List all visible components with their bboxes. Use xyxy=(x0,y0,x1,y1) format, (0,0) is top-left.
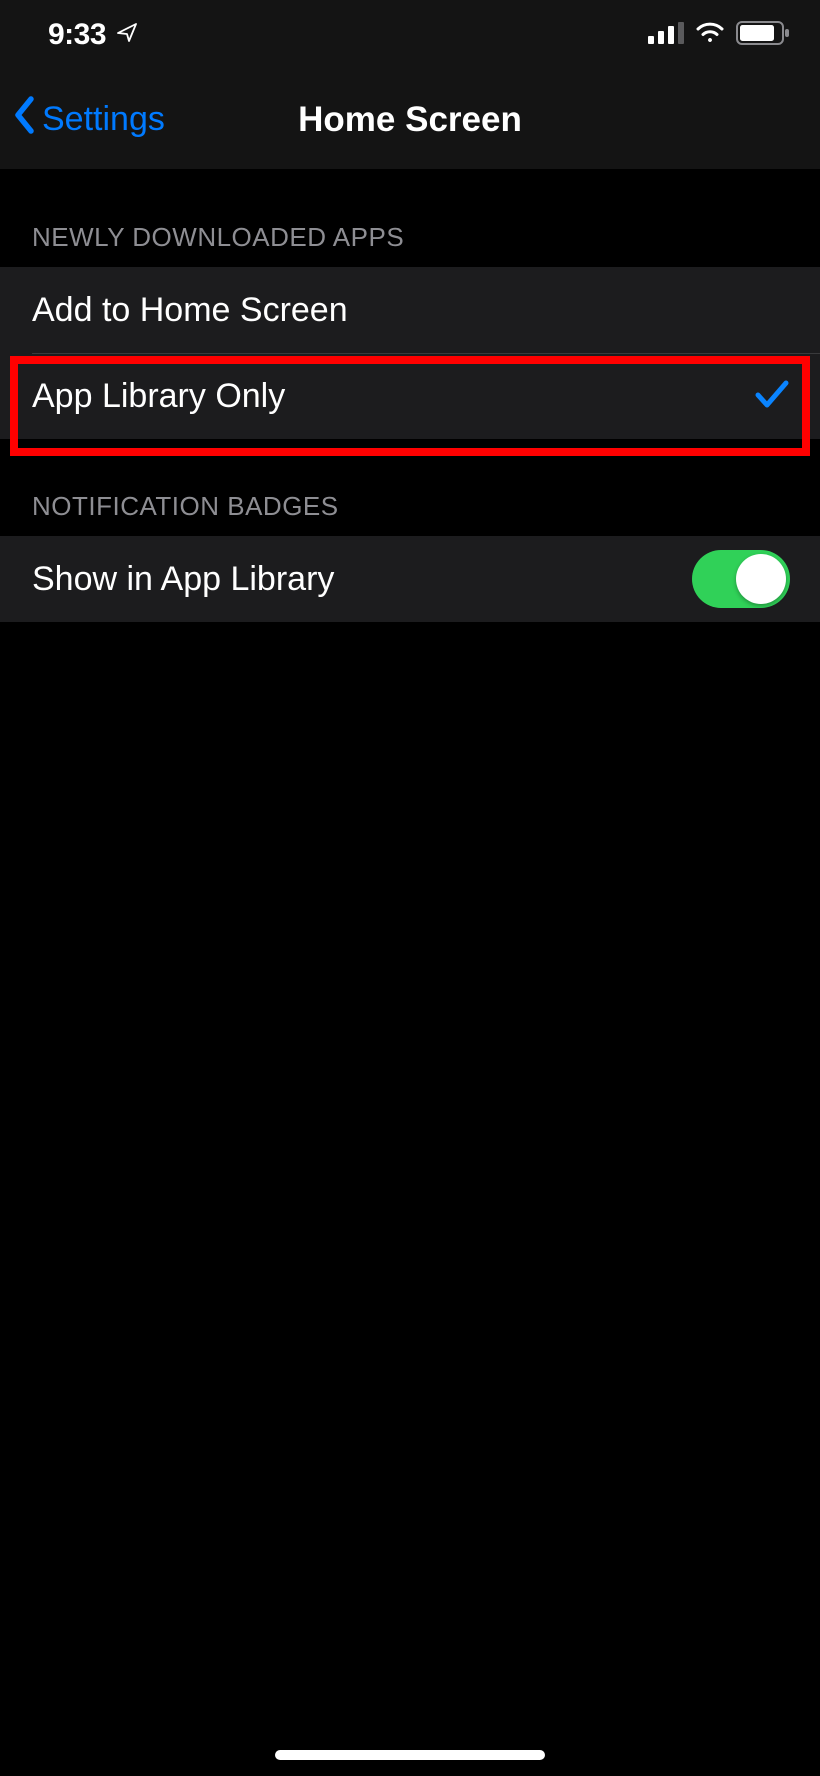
option-add-to-home-screen[interactable]: Add to Home Screen xyxy=(0,267,820,353)
option-label: App Library Only xyxy=(32,377,285,416)
option-app-library-only[interactable]: App Library Only xyxy=(0,353,820,439)
status-right xyxy=(648,21,790,50)
battery-icon xyxy=(736,21,790,50)
status-left: 9:33 xyxy=(48,18,140,52)
chevron-left-icon xyxy=(10,95,38,144)
option-label: Add to Home Screen xyxy=(32,291,348,330)
back-button-label: Settings xyxy=(42,100,165,139)
back-button[interactable]: Settings xyxy=(10,95,165,144)
section-header-badges: NOTIFICATION BADGES xyxy=(0,439,820,536)
status-time: 9:33 xyxy=(48,18,106,52)
location-icon xyxy=(116,21,140,50)
toggle-row-show-in-app-library: Show in App Library xyxy=(0,536,820,622)
toggle-knob xyxy=(736,554,786,604)
toggle-label: Show in App Library xyxy=(32,560,334,599)
toggle-show-in-app-library[interactable] xyxy=(692,550,790,608)
section-header-downloaded: NEWLY DOWNLOADED APPS xyxy=(0,170,820,267)
navigation-bar: Settings Home Screen xyxy=(0,70,820,170)
checkmark-icon xyxy=(754,377,790,416)
list-group-downloaded: Add to Home Screen App Library Only xyxy=(0,267,820,439)
list-group-badges: Show in App Library xyxy=(0,536,820,622)
wifi-icon xyxy=(694,21,726,50)
home-indicator[interactable] xyxy=(275,1750,545,1760)
cellular-signal-icon xyxy=(648,22,684,49)
status-bar: 9:33 xyxy=(0,0,820,70)
